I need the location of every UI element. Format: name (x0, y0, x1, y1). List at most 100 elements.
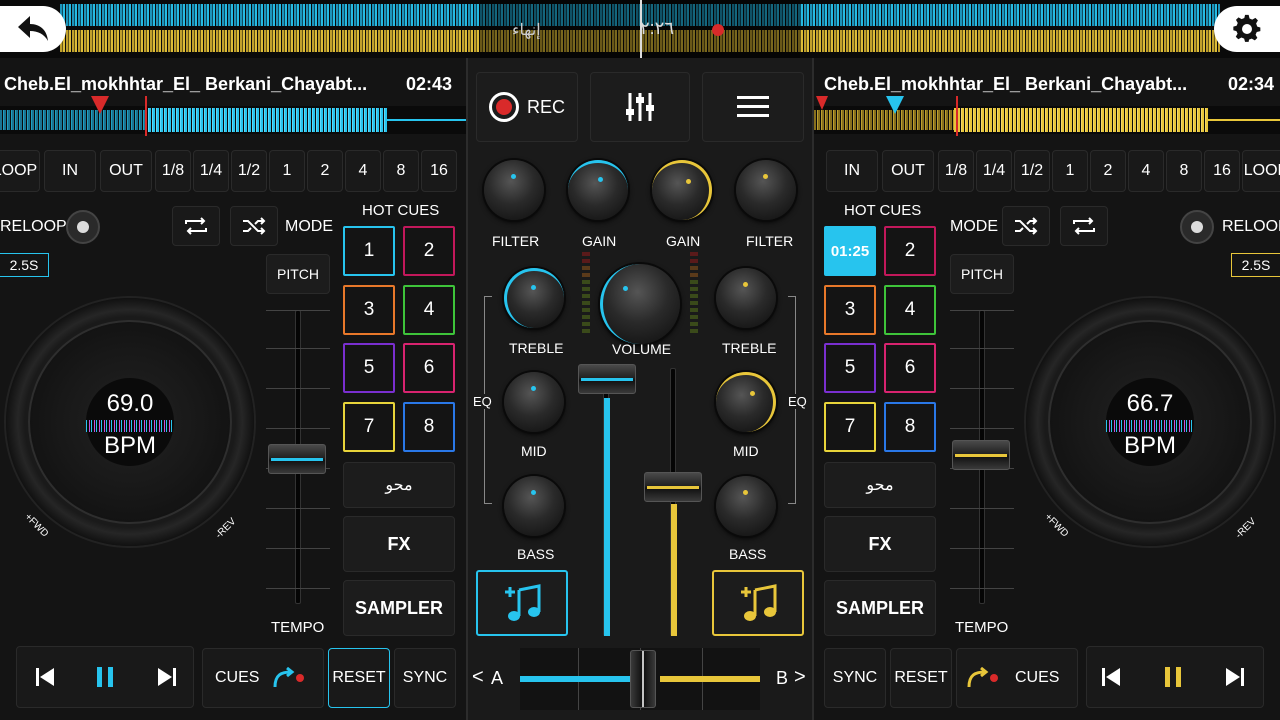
music-note-add-icon (505, 584, 541, 621)
top-waveform-bar[interactable]: إنهاء ٢:٢٦ (0, 0, 1280, 58)
treble-b-knob[interactable] (716, 268, 776, 328)
deck-b-pad-8[interactable]: 8 (884, 402, 936, 452)
deck-b-loop-1-button[interactable]: 1 (1052, 150, 1088, 192)
deck-a-sync-button[interactable]: SYNC (394, 648, 456, 708)
mid-b-knob[interactable] (716, 372, 776, 432)
load-track-b-button[interactable] (712, 570, 804, 636)
deck-a-erase-button[interactable]: محو (343, 462, 455, 508)
deck-b-prev-button[interactable] (1090, 656, 1132, 698)
deck-b-pad-6[interactable]: 6 (884, 343, 936, 393)
filter-b-knob[interactable] (736, 160, 796, 220)
deck-a-reset-button[interactable]: RESET (328, 648, 390, 708)
mid-a-knob[interactable] (504, 372, 564, 432)
deck-a-loop-2-button[interactable]: 2 (307, 150, 343, 192)
deck-a-loop-1-button[interactable]: 1 (269, 150, 305, 192)
bass-b-knob[interactable] (716, 476, 776, 536)
deck-a-loop-8-button[interactable]: 8 (383, 150, 419, 192)
deck-a-loop-4-button[interactable]: 4 (345, 150, 381, 192)
treble-a-knob[interactable] (504, 268, 564, 328)
gain-b-knob[interactable] (652, 160, 712, 220)
menu-button[interactable] (702, 72, 804, 142)
deck-b-shuffle-button[interactable] (1002, 206, 1050, 246)
channel-b-fader[interactable] (644, 472, 702, 502)
filter-a-knob[interactable] (484, 160, 544, 220)
rec-button[interactable]: REC (476, 72, 578, 142)
deck-a-tempo-fader[interactable] (268, 444, 326, 474)
gain-a-knob[interactable] (568, 160, 628, 220)
deck-b-loop-2-button[interactable]: 2 (1090, 150, 1126, 192)
deck-b-loop-in-button[interactable]: IN (826, 150, 878, 192)
deck-a-loop-button[interactable]: LOOP (0, 150, 40, 192)
deck-a-pad-4[interactable]: 4 (403, 285, 455, 335)
crossfader-prev-arrow[interactable]: < (472, 666, 484, 689)
deck-b-loop-8-button[interactable]: 8 (1166, 150, 1202, 192)
deck-b-loop-button[interactable]: LOOP (1242, 150, 1280, 192)
deck-a-mode-label: MODE (285, 218, 333, 235)
deck-a-reloop-toggle[interactable] (66, 210, 100, 244)
channel-a-fader[interactable] (578, 364, 636, 394)
deck-b-repeat-button[interactable] (1060, 206, 1108, 246)
deck-a-loop-1-8-button[interactable]: 1/8 (155, 150, 191, 192)
deck-a-pad-5[interactable]: 5 (343, 343, 395, 393)
deck-b-loop-length-badge[interactable]: 2.5S (1231, 253, 1280, 277)
deck-b-erase-button[interactable]: محو (824, 462, 936, 508)
deck-a-prev-button[interactable] (24, 656, 66, 698)
deck-a-pad-7[interactable]: 7 (343, 402, 395, 452)
deck-b-pad-2[interactable]: 2 (884, 226, 936, 276)
deck-a-pitch-button[interactable]: PITCH (266, 254, 330, 294)
deck-b-cues-button[interactable]: CUES (956, 648, 1078, 708)
deck-b-pad-1[interactable]: 01:25 (824, 226, 876, 276)
deck-a-loop-length-badge[interactable]: 2.5S (0, 253, 49, 277)
bass-a-knob[interactable] (504, 476, 564, 536)
deck-a-pad-3[interactable]: 3 (343, 285, 395, 335)
deck-a-shuffle-button[interactable] (230, 206, 278, 246)
deck-a-pad-6[interactable]: 6 (403, 343, 455, 393)
deck-b-waveform[interactable] (814, 96, 1280, 136)
deck-b-pad-5[interactable]: 5 (824, 343, 876, 393)
deck-b-reloop-toggle[interactable] (1180, 210, 1214, 244)
deck-b-pitch-button[interactable]: PITCH (950, 254, 1014, 294)
deck-b-next-button[interactable] (1214, 656, 1256, 698)
deck-a-play-pause-button[interactable] (84, 656, 126, 698)
filter-b-label: FILTER (746, 233, 794, 249)
deck-b-reset-button[interactable]: RESET (890, 648, 952, 708)
deck-b-sampler-button[interactable]: SAMPLER (824, 580, 936, 636)
deck-a-loop-1-2-button[interactable]: 1/2 (231, 150, 267, 192)
crossfader-handle[interactable] (630, 650, 656, 708)
master-volume-knob[interactable] (600, 264, 680, 344)
mixer-settings-button[interactable] (590, 72, 690, 142)
deck-a-waveform[interactable] (0, 96, 466, 136)
deck-b-loop-16-button[interactable]: 16 (1204, 150, 1240, 192)
crossfader-next-arrow[interactable]: > (794, 666, 806, 689)
deck-b-sync-button[interactable]: SYNC (824, 648, 886, 708)
deck-b-pad-3[interactable]: 3 (824, 285, 876, 335)
deck-a-sampler-button[interactable]: SAMPLER (343, 580, 455, 636)
settings-button[interactable] (1214, 6, 1280, 52)
deck-a-loop-in-button[interactable]: IN (44, 150, 96, 192)
deck-a-loop-out-button[interactable]: OUT (100, 150, 152, 192)
load-track-a-button[interactable] (476, 570, 568, 636)
deck-b-pad-4[interactable]: 4 (884, 285, 936, 335)
deck-b-play-pause-button[interactable] (1152, 656, 1194, 698)
deck-a-bpm-spectrum (86, 420, 174, 432)
deck-a-cues-button[interactable]: CUES (202, 648, 324, 708)
deck-a-fx-button[interactable]: FX (343, 516, 455, 572)
back-button[interactable] (0, 6, 66, 52)
deck-b-loop-out-button[interactable]: OUT (882, 150, 934, 192)
deck-b-tempo-fader[interactable] (952, 440, 1010, 470)
deck-a-pad-8[interactable]: 8 (403, 402, 455, 452)
deck-a-loop-16-button[interactable]: 16 (421, 150, 457, 192)
deck-b-pad-7[interactable]: 7 (824, 402, 876, 452)
deck-b-cue-marker (886, 96, 904, 114)
deck-a-pad-1[interactable]: 1 (343, 226, 395, 276)
deck-b-fx-button[interactable]: FX (824, 516, 936, 572)
deck-a-pad-2[interactable]: 2 (403, 226, 455, 276)
deck-b-loop-1-8-button[interactable]: 1/8 (938, 150, 974, 192)
deck-b-loop-4-button[interactable]: 4 (1128, 150, 1164, 192)
deck-a-repeat-button[interactable] (172, 206, 220, 246)
deck-a-next-button[interactable] (146, 656, 188, 698)
deck-b-loop-1-2-button[interactable]: 1/2 (1014, 150, 1050, 192)
deck-b-loop-1-4-button[interactable]: 1/4 (976, 150, 1012, 192)
skip-next-icon (1226, 668, 1244, 686)
deck-a-loop-1-4-button[interactable]: 1/4 (193, 150, 229, 192)
